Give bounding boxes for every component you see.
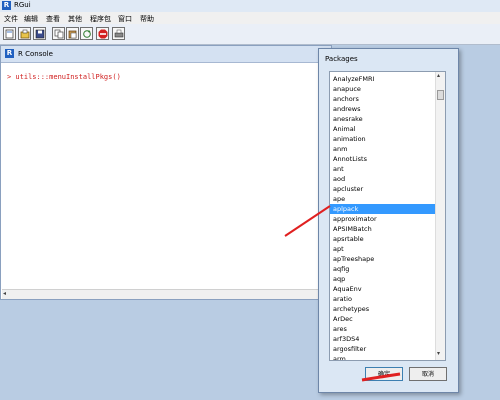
annotation-line xyxy=(284,205,331,237)
annotation-arrow xyxy=(284,205,401,382)
annotation-underline xyxy=(361,372,401,382)
